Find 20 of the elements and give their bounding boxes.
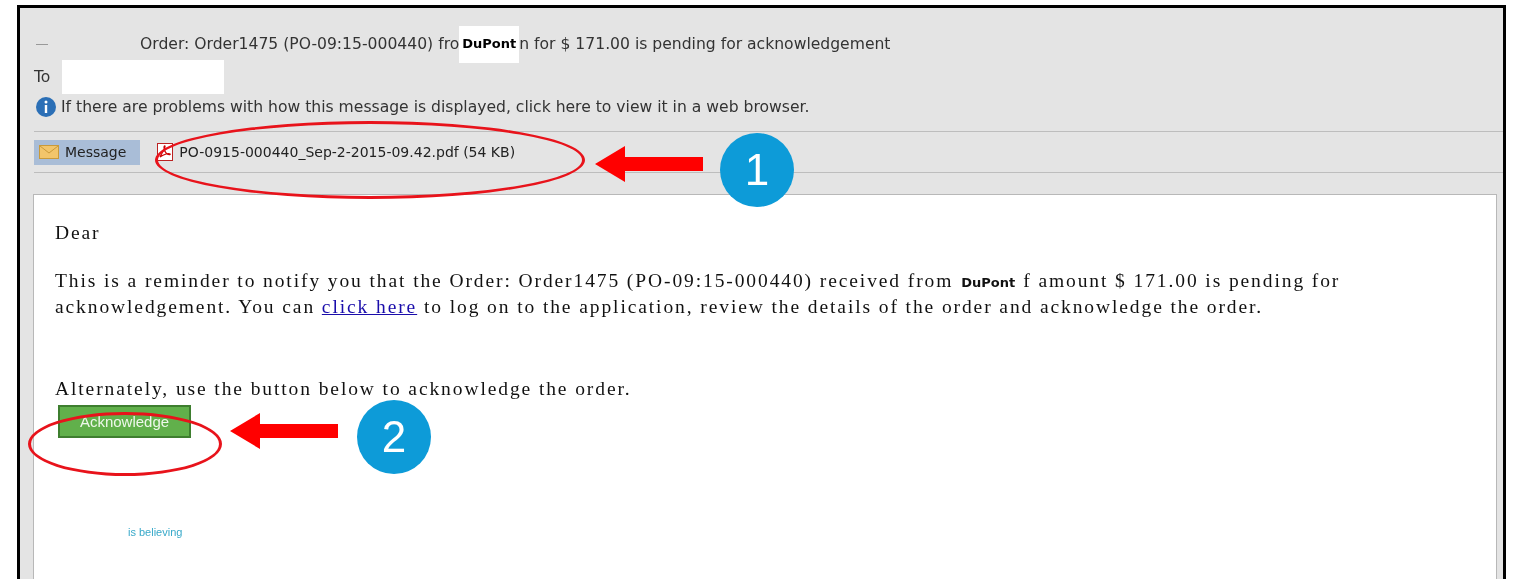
email-subject: Order: Order1475 (PO-09:15-000440) fro [140,35,460,53]
info-message: If there are problems with how this message is displayed, click here to view it in a web browser. [61,98,810,116]
message-tab[interactable]: Message [34,139,141,165]
click-here-link[interactable]: click here [321,296,418,317]
redaction-label: DuPont [459,25,520,63]
attachment-tab[interactable]: PO-0915-000440_Sep-2-2015-09.42.pdf (54 KB) [152,139,530,165]
arrow-icon [595,146,703,182]
body-text: f amount $ 171.00 is pending for [1023,270,1341,291]
to-label: To [34,68,51,86]
body-text: Alternately, use the button below to acknowledge the order. [55,377,633,401]
body-text: acknowledgement. You can [55,296,316,317]
info-icon [36,97,56,117]
greeting: Dear [55,221,102,245]
body-text: to log on to the application, review the details of the order and acknowledge the order. [423,296,1264,317]
footer-fragment: is believing [128,526,183,538]
arrow-icon [230,413,338,449]
body-text: This is a reminder to notify you that the Order: Order1475 (PO-09:15-000440) received from [55,270,954,291]
envelope-icon [39,145,59,159]
redaction-label: DuPont [961,275,1016,290]
email-subject: n for $ 171.00 is pending for acknowledgement [519,35,891,53]
